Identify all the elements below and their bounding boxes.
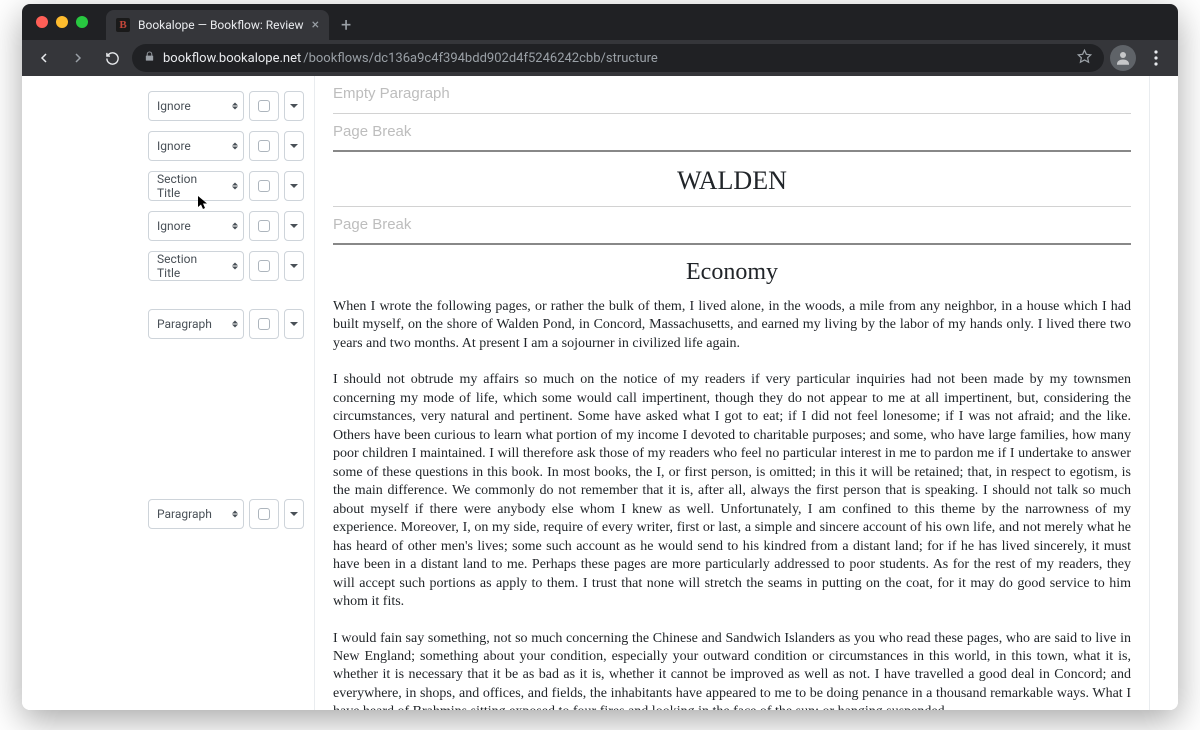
window-minimize-button[interactable] xyxy=(56,16,68,28)
profile-button[interactable] xyxy=(1110,45,1136,71)
body-paragraph[interactable]: I would fain say something, not so much … xyxy=(333,630,1131,711)
chevron-down-icon xyxy=(290,104,298,108)
chapter-title[interactable]: Economy xyxy=(333,245,1131,292)
row-checkbox[interactable] xyxy=(249,91,279,121)
tab-title: Bookalope — Bookflow: Review xyxy=(138,18,304,32)
row-checkbox[interactable] xyxy=(249,171,279,201)
chevron-down-icon xyxy=(290,264,298,268)
type-select[interactable]: Ignore xyxy=(148,211,244,241)
structure-sidebar: Ignore Ignore Section Title xyxy=(22,76,314,710)
browser-toolbar: bookflow.bookalope.net/bookflows/dc136a9… xyxy=(22,40,1178,76)
select-caret-icon xyxy=(232,223,238,230)
select-caret-icon xyxy=(232,263,238,270)
type-select-label: Section Title xyxy=(157,252,221,280)
chevron-down-icon xyxy=(290,184,298,188)
browser-tab[interactable]: B Bookalope — Bookflow: Review × xyxy=(106,10,329,40)
structure-row-1: Ignore xyxy=(148,130,304,162)
structure-row-3: Ignore xyxy=(148,210,304,242)
type-select-label: Section Title xyxy=(157,172,221,200)
type-select[interactable]: Ignore xyxy=(148,131,244,161)
type-select[interactable]: Section Title xyxy=(148,171,244,201)
row-checkbox[interactable] xyxy=(249,499,279,529)
row-options-button[interactable] xyxy=(284,251,304,281)
document-preview: Empty Paragraph Page Break WALDEN Page B… xyxy=(314,76,1150,710)
select-caret-icon xyxy=(232,103,238,110)
chevron-down-icon xyxy=(290,144,298,148)
type-select-label: Ignore xyxy=(157,219,191,233)
structure-row-4: Section Title xyxy=(148,250,304,282)
type-select[interactable]: Paragraph xyxy=(148,309,244,339)
select-caret-icon xyxy=(232,511,238,518)
forward-button[interactable] xyxy=(64,44,92,72)
type-select[interactable]: Paragraph xyxy=(148,499,244,529)
structure-row-5: Paragraph xyxy=(148,308,304,340)
row-options-button[interactable] xyxy=(284,131,304,161)
lock-icon xyxy=(144,51,155,65)
type-select[interactable]: Ignore xyxy=(148,91,244,121)
row-options-button[interactable] xyxy=(284,499,304,529)
chevron-down-icon xyxy=(290,322,298,326)
window-close-button[interactable] xyxy=(36,16,48,28)
tab-close-icon[interactable]: × xyxy=(312,17,319,33)
page-break-marker[interactable]: Page Break xyxy=(333,207,1131,245)
select-caret-icon xyxy=(232,321,238,328)
structure-row-2: Section Title xyxy=(148,170,304,202)
row-options-button[interactable] xyxy=(284,211,304,241)
chevron-down-icon xyxy=(290,224,298,228)
back-button[interactable] xyxy=(30,44,58,72)
url-host: bookflow.bookalope.net xyxy=(163,51,301,66)
structure-row-6: Paragraph xyxy=(148,498,304,530)
window-controls xyxy=(30,4,96,40)
reload-button[interactable] xyxy=(98,44,126,72)
browser-menu-button[interactable] xyxy=(1142,44,1170,72)
address-bar[interactable]: bookflow.bookalope.net/bookflows/dc136a9… xyxy=(132,44,1104,72)
type-select-label: Paragraph xyxy=(157,507,212,521)
book-title[interactable]: WALDEN xyxy=(333,152,1131,207)
row-checkbox[interactable] xyxy=(249,211,279,241)
url-path: /bookflows/dc136a9c4f394bdd902d4f5246242… xyxy=(303,51,658,66)
type-select[interactable]: Section Title xyxy=(148,251,244,281)
row-checkbox[interactable] xyxy=(249,251,279,281)
empty-paragraph-marker[interactable]: Empty Paragraph xyxy=(333,76,1131,114)
window-fullscreen-button[interactable] xyxy=(76,16,88,28)
select-caret-icon xyxy=(232,143,238,150)
structure-row-0: Ignore xyxy=(148,90,304,122)
type-select-label: Ignore xyxy=(157,139,191,153)
page-break-marker[interactable]: Page Break xyxy=(333,114,1131,152)
type-select-label: Ignore xyxy=(157,99,191,113)
page-content: Ignore Ignore Section Title xyxy=(22,76,1178,710)
row-options-button[interactable] xyxy=(284,171,304,201)
new-tab-button[interactable]: + xyxy=(329,10,363,40)
favicon-icon: B xyxy=(116,18,130,32)
bookmark-icon[interactable] xyxy=(1077,49,1092,68)
browser-window: B Bookalope — Bookflow: Review × + bookf… xyxy=(22,4,1178,710)
row-options-button[interactable] xyxy=(284,309,304,339)
select-caret-icon xyxy=(232,183,238,190)
row-options-button[interactable] xyxy=(284,91,304,121)
body-paragraph[interactable]: When I wrote the following pages, or rat… xyxy=(333,298,1131,353)
chevron-down-icon xyxy=(290,512,298,516)
row-checkbox[interactable] xyxy=(249,309,279,339)
row-checkbox[interactable] xyxy=(249,131,279,161)
tab-strip: B Bookalope — Bookflow: Review × + xyxy=(22,4,1178,40)
body-paragraph[interactable]: I should not obtrude my affairs so much … xyxy=(333,371,1131,611)
type-select-label: Paragraph xyxy=(157,317,212,331)
